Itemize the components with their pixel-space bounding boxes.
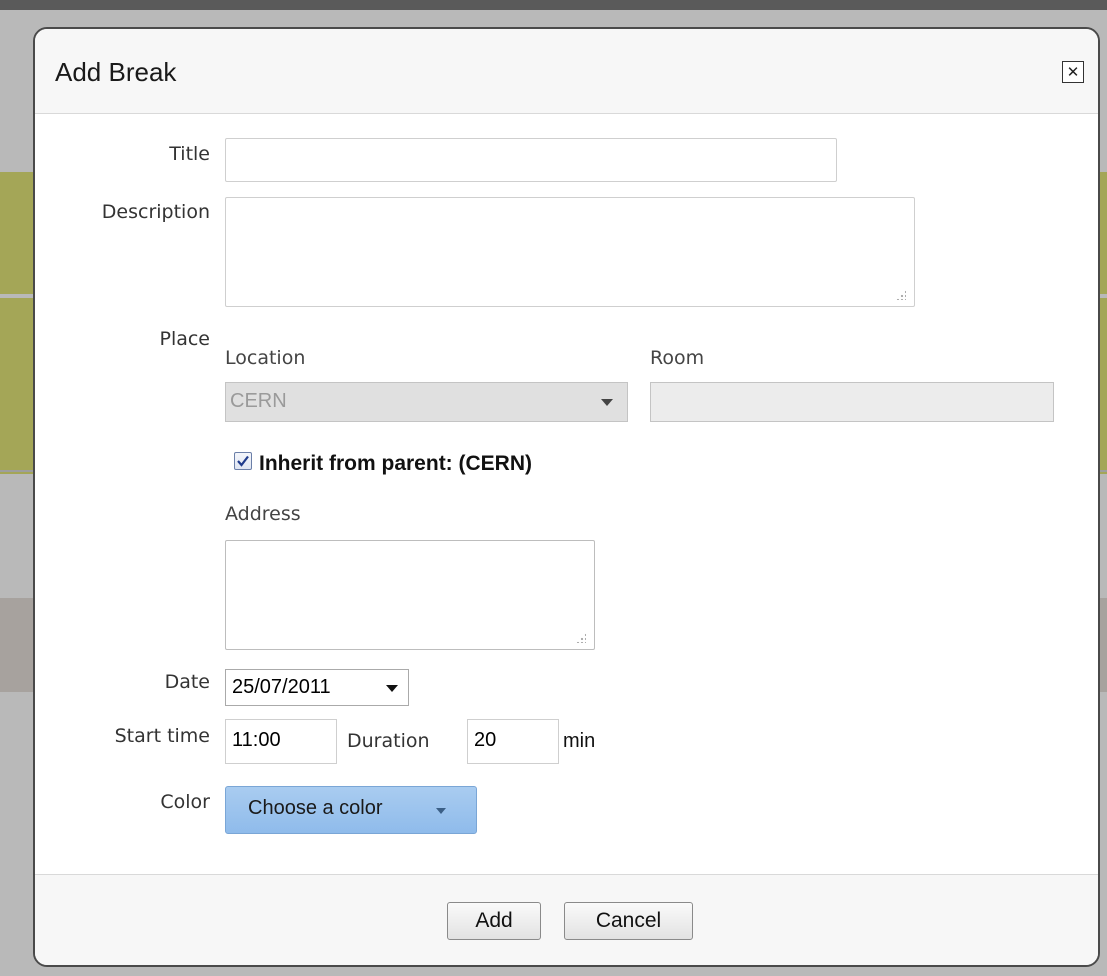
inherit-checkbox[interactable]	[234, 452, 252, 470]
close-icon: ✕	[1066, 62, 1080, 81]
location-value: CERN	[230, 390, 287, 412]
place-label: Place	[159, 328, 210, 350]
title-label: Title	[169, 143, 210, 165]
chevron-down-icon	[386, 685, 398, 692]
address-label: Address	[225, 503, 301, 525]
choose-color-button[interactable]: Choose a color	[225, 786, 477, 834]
date-select[interactable]: 25/07/2011	[225, 669, 409, 706]
start-time-input[interactable]: 11:00	[225, 719, 337, 764]
color-label: Color	[160, 791, 210, 813]
start-time-value: 11:00	[232, 729, 281, 751]
location-label: Location	[225, 347, 306, 369]
resize-grip-icon[interactable]	[576, 633, 586, 643]
duration-value: 20	[474, 729, 497, 751]
duration-input[interactable]: 20	[467, 719, 559, 764]
choose-color-label: Choose a color	[248, 797, 383, 819]
date-label: Date	[164, 671, 210, 693]
page-top-bar	[0, 0, 1107, 10]
description-label: Description	[101, 201, 210, 223]
room-label: Room	[650, 347, 705, 369]
duration-label: Duration	[347, 730, 430, 752]
start-time-label: Start time	[114, 725, 210, 747]
location-select[interactable]: CERN	[225, 382, 628, 422]
chevron-down-icon	[601, 399, 613, 406]
resize-grip-icon[interactable]	[896, 290, 906, 300]
close-button[interactable]: ✕	[1062, 61, 1084, 83]
dialog-footer: Add Cancel	[35, 874, 1098, 965]
checkmark-icon	[237, 455, 249, 467]
add-break-dialog: Add Break ✕ Title Description Place Loca…	[33, 27, 1100, 967]
dialog-title: Add Break	[55, 57, 177, 87]
room-input[interactable]	[650, 382, 1054, 422]
description-textarea[interactable]	[225, 197, 915, 307]
chevron-down-icon	[436, 808, 446, 814]
add-button[interactable]: Add	[447, 902, 541, 940]
dialog-header: Add Break ✕	[35, 29, 1098, 114]
address-textarea[interactable]	[225, 540, 595, 650]
date-value: 25/07/2011	[232, 676, 331, 698]
cancel-button[interactable]: Cancel	[564, 902, 693, 940]
title-input[interactable]	[225, 138, 837, 182]
inherit-label[interactable]: Inherit from parent: (CERN)	[259, 452, 532, 476]
duration-unit: min	[563, 730, 596, 752]
